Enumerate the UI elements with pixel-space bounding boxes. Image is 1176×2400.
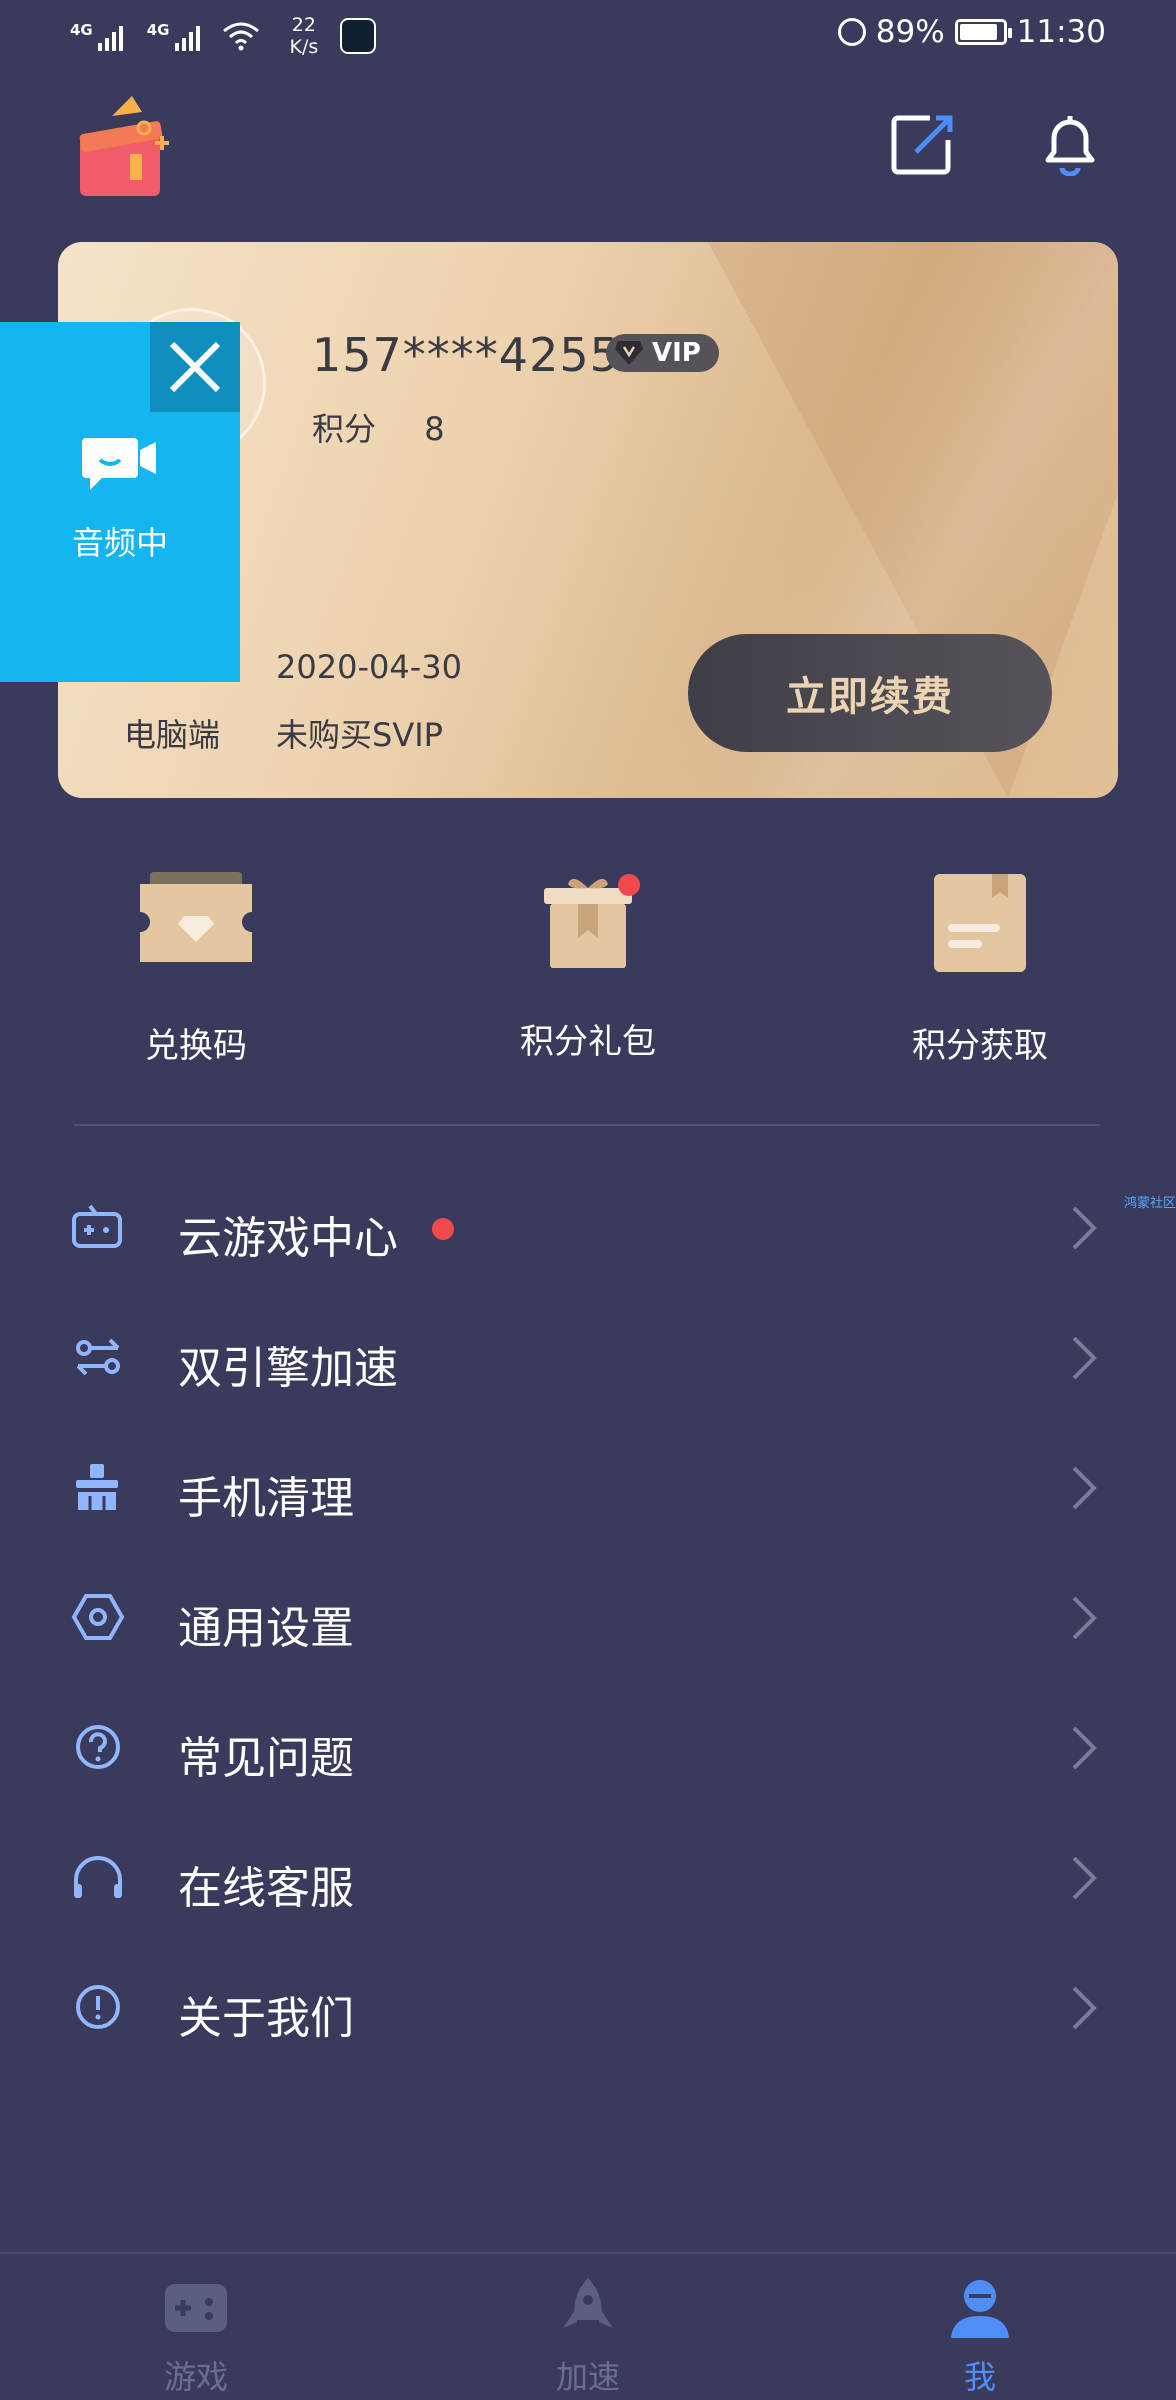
- notification-app-icon: [340, 18, 377, 54]
- signal-1-icon: 4G: [70, 21, 123, 51]
- quick-action-redeem-code[interactable]: 兑换码: [76, 868, 316, 1067]
- close-icon: [169, 341, 221, 393]
- quick-action-points-gift[interactable]: 积分礼包: [468, 868, 708, 1063]
- dual-engine-icon: [76, 1338, 120, 1376]
- bottom-navigation: 游戏 加速 我: [0, 2252, 1176, 2400]
- chevron-right-icon: [1072, 1856, 1097, 1900]
- audio-floating-window[interactable]: 音频中: [0, 322, 240, 682]
- menu-item-dual-engine[interactable]: 双引擎加速: [0, 1292, 1176, 1422]
- menu-item-about-us[interactable]: 关于我们: [0, 1942, 1176, 2072]
- tab-label: 加速: [555, 2358, 620, 2396]
- menu-item-label: 在线客服: [178, 1863, 354, 1914]
- hexagon-settings-icon: [71, 1594, 125, 1640]
- close-button[interactable]: [150, 322, 240, 412]
- question-icon: [76, 1725, 120, 1769]
- menu-item-label: 关于我们: [178, 1993, 354, 2044]
- menu-item-label: 双引擎加速: [178, 1343, 398, 1394]
- status-bar: 4G 4G 22 K/s 89% 11:30: [0, 0, 1176, 72]
- chevron-right-icon: [1072, 1206, 1097, 1250]
- quick-action-label: 积分获取: [912, 1026, 1048, 1066]
- expiry-date: 2020-04-30: [276, 648, 462, 686]
- pc-label: 电脑端: [124, 716, 221, 754]
- signal-2-icon: 4G: [147, 21, 200, 51]
- menu-item-label: 常见问题: [178, 1733, 354, 1784]
- menu-item-cloud-games[interactable]: 云游戏中心: [0, 1162, 1176, 1292]
- network-type-1: 4G: [70, 21, 93, 39]
- menu-item-label: 手机清理: [178, 1473, 354, 1524]
- vip-badge: VIP: [606, 334, 719, 372]
- gift-logo-icon[interactable]: [78, 92, 174, 202]
- battery-icon: [954, 19, 1012, 45]
- renew-button[interactable]: 立即续费: [688, 634, 1052, 752]
- notification-dot: [618, 874, 640, 896]
- points-label: 积分: [312, 410, 377, 448]
- points-row: 积分 8: [312, 404, 445, 450]
- broom-icon: [76, 1464, 118, 1510]
- headset-icon: [74, 1856, 122, 1898]
- chevron-right-icon: [1072, 1336, 1097, 1380]
- menu-item-label: 云游戏中心: [178, 1213, 398, 1264]
- chevron-right-icon: [1072, 1466, 1097, 1510]
- wifi-icon: [222, 22, 259, 51]
- notification-dot: [432, 1218, 454, 1240]
- vip-badge-label: VIP: [652, 338, 701, 368]
- audio-status-label: 音频中: [71, 524, 168, 562]
- side-tag[interactable]: 鸿蒙社区: [1124, 1192, 1176, 1211]
- battery-percent: 89%: [875, 14, 945, 50]
- bell-icon[interactable]: [1038, 112, 1102, 176]
- tab-label: 我: [963, 2358, 996, 2396]
- chevron-right-icon: [1072, 1596, 1097, 1640]
- points-value: 8: [424, 410, 445, 448]
- quick-action-label: 兑换码: [145, 1026, 247, 1066]
- tab-label: 游戏: [163, 2358, 228, 2396]
- speed-value: 22: [291, 14, 316, 36]
- network-speed: 22 K/s: [290, 14, 319, 58]
- speed-unit: K/s: [289, 36, 319, 58]
- chevron-right-icon: [1072, 1986, 1097, 2030]
- profile-icon: [951, 2280, 1009, 2338]
- chevron-right-icon: [1072, 1726, 1097, 1770]
- info-icon: [76, 1985, 120, 2029]
- video-chat-icon: [82, 438, 156, 490]
- menu-item-general-settings[interactable]: 通用设置: [0, 1552, 1176, 1682]
- note-book-icon: [934, 874, 1026, 972]
- ticket-icon: [140, 872, 252, 962]
- pc-status: 未购买SVIP: [276, 716, 443, 754]
- diamond-icon: [615, 341, 643, 365]
- alarm-icon: [837, 18, 866, 46]
- clock: 11:30: [1016, 14, 1106, 50]
- user-phone: 157****4255: [312, 328, 620, 382]
- tab-me[interactable]: 我: [880, 2276, 1080, 2398]
- menu-item-faq[interactable]: 常见问题: [0, 1682, 1176, 1812]
- menu-item-label: 通用设置: [178, 1603, 354, 1654]
- gamepad-icon: [72, 1204, 122, 1248]
- quick-action-earn-points[interactable]: 积分获取: [860, 868, 1100, 1067]
- tab-games[interactable]: 游戏: [96, 2276, 296, 2398]
- section-divider: [74, 1124, 1100, 1126]
- tab-boost[interactable]: 加速: [488, 2276, 688, 2398]
- quick-action-label: 积分礼包: [520, 1022, 656, 1062]
- game-controller-icon: [165, 2284, 227, 2332]
- menu-item-phone-cleanup[interactable]: 手机清理: [0, 1422, 1176, 1552]
- rocket-icon: [563, 2278, 613, 2328]
- edit-icon[interactable]: [890, 112, 954, 176]
- menu-item-online-support[interactable]: 在线客服: [0, 1812, 1176, 1942]
- network-type-2: 4G: [146, 21, 170, 39]
